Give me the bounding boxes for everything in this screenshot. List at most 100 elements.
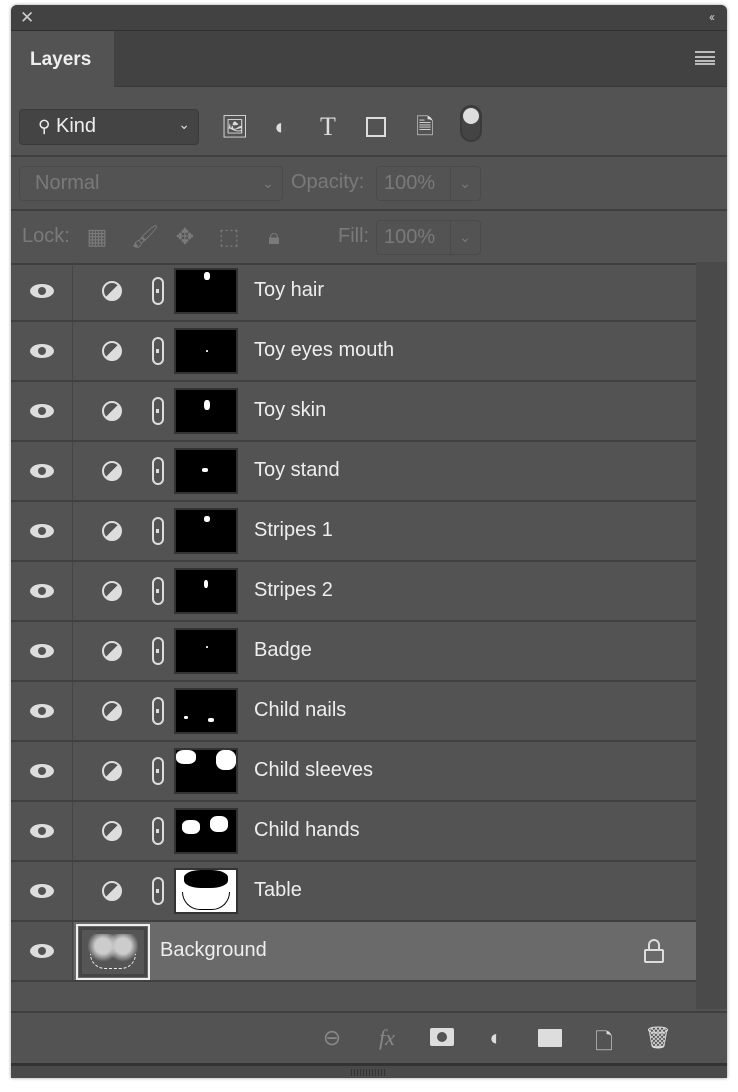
visibility-toggle[interactable] [11,562,73,620]
tab-layers[interactable]: Layers [11,31,114,87]
layer-mask-thumbnail[interactable] [174,268,238,314]
eye-icon[interactable] [30,584,54,598]
visibility-toggle[interactable] [11,802,73,860]
link-chain-icon[interactable] [152,277,164,305]
layer-main[interactable]: Badge [74,622,696,680]
new-group-icon[interactable] [536,1025,564,1051]
add-mask-icon[interactable] [428,1025,456,1051]
panel-menu-icon[interactable] [695,51,715,65]
layer-row[interactable]: Toy skin [11,382,696,442]
layer-main[interactable]: Background [74,922,696,980]
lock-artboard-icon[interactable]: ⬚ [217,224,241,250]
layer-row[interactable]: Toy stand [11,442,696,502]
resize-grip[interactable] [11,1063,727,1078]
layer-main[interactable]: Toy eyes mouth [74,322,696,380]
link-chain-icon[interactable] [152,877,164,905]
layer-row[interactable]: Toy eyes mouth [11,322,696,382]
layer-main[interactable]: Child sleeves [74,742,696,800]
image-filter-icon[interactable]: 🖼︎ [221,115,249,139]
link-chain-icon[interactable] [152,517,164,545]
layer-main[interactable]: Toy skin [74,382,696,440]
layer-main[interactable]: Child hands [74,802,696,860]
layer-name[interactable]: Toy stand [254,459,340,482]
layer-row[interactable]: Toy hair [11,262,696,322]
fill-field[interactable]: 100% ⌄ [376,220,481,255]
eye-icon[interactable] [30,644,54,658]
link-chain-icon[interactable] [152,577,164,605]
visibility-toggle[interactable] [11,682,73,740]
layer-name[interactable]: Toy skin [254,399,326,422]
layer-main[interactable]: Stripes 2 [74,562,696,620]
layer-row[interactable]: Stripes 1 [11,502,696,562]
layer-row[interactable]: Child nails [11,682,696,742]
eye-icon[interactable] [30,524,54,538]
eye-icon[interactable] [30,464,54,478]
eye-icon[interactable] [30,884,54,898]
smart-object-filter-icon[interactable]: 🗎 [413,115,437,139]
link-chain-icon[interactable] [152,637,164,665]
layer-mask-thumbnail[interactable] [174,748,238,794]
type-filter-icon[interactable]: T [316,114,340,140]
layer-name[interactable]: Child sleeves [254,759,373,782]
layer-mask-thumbnail[interactable] [174,628,238,674]
shape-filter-icon[interactable] [364,115,388,139]
layer-name[interactable]: Stripes 2 [254,579,333,602]
layer-name[interactable]: Badge [254,639,312,662]
close-icon[interactable]: ✕ [20,8,34,28]
blend-mode-select[interactable]: Normal ⌄ [19,166,283,201]
eye-icon[interactable] [30,944,54,958]
delete-icon[interactable]: 🗑︎ [644,1025,672,1051]
fx-icon[interactable]: fx [373,1025,401,1051]
visibility-toggle[interactable] [11,922,73,980]
layer-mask-thumbnail[interactable] [174,508,238,554]
lock-paint-icon[interactable]: 🖌︎ [131,224,159,250]
layer-name[interactable]: Stripes 1 [254,519,333,542]
lock-transparency-icon[interactable]: ▦ [85,224,109,250]
scrollbar[interactable] [696,262,727,1009]
layer-row[interactable]: Badge [11,622,696,682]
layer-name[interactable]: Table [254,879,302,902]
visibility-toggle[interactable] [11,262,73,320]
visibility-toggle[interactable] [11,382,73,440]
layer-name[interactable]: Child nails [254,699,346,722]
visibility-toggle[interactable] [11,502,73,560]
new-layer-icon[interactable]: 🗋 [590,1025,618,1054]
layer-row[interactable]: Child hands [11,802,696,862]
layer-row[interactable]: Background [11,922,696,982]
eye-icon[interactable] [30,284,54,298]
visibility-toggle[interactable] [11,322,73,380]
eye-icon[interactable] [30,404,54,418]
layer-name[interactable]: Child hands [254,819,360,842]
layer-name[interactable]: Toy hair [254,279,324,302]
eye-icon[interactable] [30,764,54,778]
new-adjustment-icon[interactable]: ◐ [482,1025,510,1051]
opacity-field[interactable]: 100% ⌄ [376,166,481,201]
layer-row[interactable]: Table [11,862,696,922]
layer-mask-thumbnail[interactable] [174,328,238,374]
visibility-toggle[interactable] [11,622,73,680]
layer-main[interactable]: Stripes 1 [74,502,696,560]
layer-main[interactable]: Toy hair [74,262,696,320]
link-chain-icon[interactable] [152,817,164,845]
layer-mask-thumbnail[interactable] [174,388,238,434]
layer-row[interactable]: Child sleeves [11,742,696,802]
adjustment-filter-icon[interactable]: ◐ [269,115,293,139]
link-chain-icon[interactable] [152,397,164,425]
lock-move-icon[interactable]: ✥ [173,224,197,250]
visibility-toggle[interactable] [11,742,73,800]
layer-row[interactable]: Stripes 2 [11,562,696,622]
collapse-icon[interactable]: ‹‹ [709,10,715,24]
layer-mask-thumbnail[interactable] [174,568,238,614]
eye-icon[interactable] [30,344,54,358]
layer-mask-thumbnail[interactable] [174,688,238,734]
layer-name[interactable]: Toy eyes mouth [254,339,394,362]
eye-icon[interactable] [30,824,54,838]
layer-main[interactable]: Child nails [74,682,696,740]
lock-all-icon[interactable]: 🔒︎ [262,224,286,250]
visibility-toggle[interactable] [11,442,73,500]
link-chain-icon[interactable] [152,457,164,485]
link-chain-icon[interactable] [152,697,164,725]
kind-filter-select[interactable]: ⚲ Kind ⌄ [19,109,199,145]
visibility-toggle[interactable] [11,862,73,920]
link-chain-icon[interactable] [152,757,164,785]
